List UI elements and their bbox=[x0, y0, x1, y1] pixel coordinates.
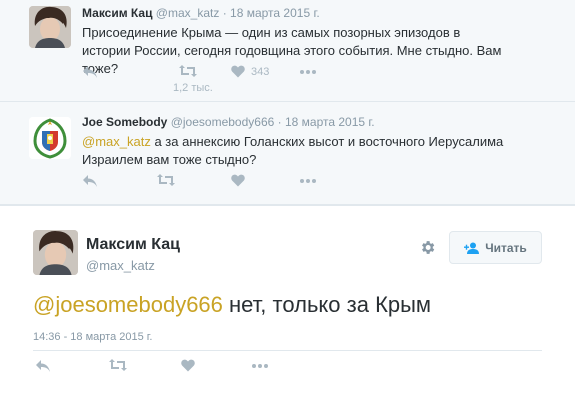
avatar[interactable] bbox=[29, 6, 71, 48]
tweet-1[interactable]: Максим Кац @max_katz · 18 марта 2015 г. … bbox=[0, 0, 575, 102]
retweet-button[interactable] bbox=[109, 359, 127, 371]
reply-icon bbox=[83, 175, 97, 187]
tweet-text-body: нет, только за Крым bbox=[222, 292, 432, 317]
more-dots-icon bbox=[300, 70, 316, 74]
tweet-timestamp[interactable]: 14:36 - 18 марта 2015 г. bbox=[33, 331, 153, 343]
heart-icon bbox=[231, 65, 245, 78]
author-handle[interactable]: @max_katz bbox=[86, 258, 155, 273]
author-handle[interactable]: @max_katz bbox=[156, 6, 220, 20]
more-button[interactable] bbox=[300, 179, 316, 183]
retweet-count: 1,2 тыс. bbox=[173, 82, 213, 94]
like-button[interactable] bbox=[181, 359, 195, 372]
divider bbox=[33, 350, 542, 351]
main-tweet: Максим Кац @max_katz Читать @joesomebody… bbox=[0, 205, 575, 403]
tweet-date[interactable]: 18 марта 2015 г. bbox=[285, 115, 375, 129]
tweet-2[interactable]: Joe Somebody @joesomebody666 · 18 марта … bbox=[0, 103, 575, 205]
retweet-icon bbox=[109, 359, 127, 371]
tweet-actions: 343 bbox=[82, 65, 342, 81]
mention-link[interactable]: @max_katz bbox=[82, 134, 151, 149]
tweet-text: @max_katz а за аннексию Голанских высот … bbox=[82, 133, 522, 169]
tweet-actions bbox=[35, 359, 335, 375]
retweet-button[interactable] bbox=[157, 174, 175, 186]
tweet-actions bbox=[82, 174, 342, 190]
coat-of-arms-icon bbox=[29, 117, 71, 159]
more-button[interactable] bbox=[252, 364, 268, 368]
person-portrait-icon bbox=[33, 230, 78, 275]
add-user-icon bbox=[464, 242, 480, 254]
retweet-button[interactable] bbox=[179, 65, 197, 77]
like-button[interactable] bbox=[231, 174, 245, 187]
like-count: 343 bbox=[251, 65, 270, 78]
more-button[interactable] bbox=[300, 70, 316, 74]
tweet-text: @joesomebody666 нет, только за Крым bbox=[33, 292, 431, 318]
author-name[interactable]: Максим Кац bbox=[82, 6, 152, 20]
retweet-icon bbox=[179, 65, 197, 77]
like-button[interactable]: 343 bbox=[231, 65, 269, 78]
mention-link[interactable]: @joesomebody666 bbox=[33, 292, 223, 317]
follow-button[interactable]: Читать bbox=[449, 231, 542, 264]
more-dots-icon bbox=[252, 364, 268, 368]
gear-icon bbox=[422, 241, 435, 254]
person-portrait-icon bbox=[29, 6, 71, 48]
avatar[interactable] bbox=[33, 230, 78, 275]
heart-icon bbox=[231, 174, 245, 187]
author-handle[interactable]: @joesomebody666 bbox=[171, 115, 275, 129]
reply-button[interactable] bbox=[35, 359, 51, 373]
settings-button[interactable] bbox=[419, 239, 436, 261]
author-name[interactable]: Joe Somebody bbox=[82, 115, 167, 129]
reply-button[interactable] bbox=[82, 174, 98, 188]
more-dots-icon bbox=[300, 179, 316, 183]
author-name[interactable]: Максим Кац bbox=[86, 236, 180, 254]
tweet-header: Максим Кац @max_katz · 18 марта 2015 г. bbox=[82, 6, 320, 20]
retweet-icon bbox=[157, 174, 175, 186]
reply-button[interactable] bbox=[82, 65, 98, 79]
reply-icon bbox=[83, 66, 97, 78]
avatar[interactable] bbox=[29, 117, 71, 159]
heart-icon bbox=[181, 359, 195, 372]
tweet-header: Joe Somebody @joesomebody666 · 18 марта … bbox=[82, 115, 375, 129]
tweet-date[interactable]: 18 марта 2015 г. bbox=[230, 6, 320, 20]
reply-icon bbox=[36, 360, 50, 372]
follow-label: Читать bbox=[485, 240, 527, 255]
